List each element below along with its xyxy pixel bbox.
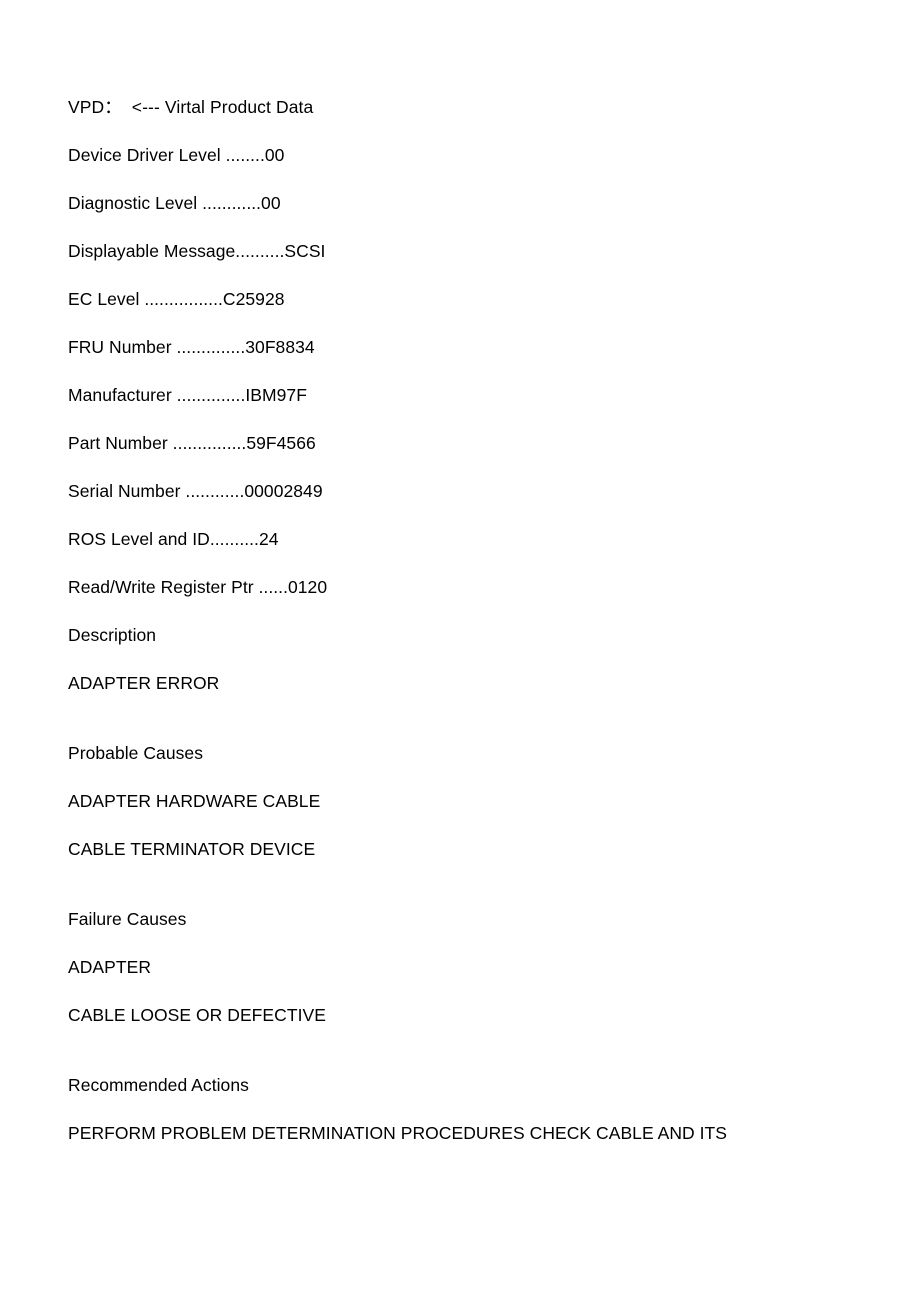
section-heading-description: Description [68,625,157,645]
vpd-field-displayable-message: Displayable Message..........SCSI [68,241,326,261]
vpd-report: VPD： <--- Virtal Product Data Device Dri… [68,83,868,1157]
vpd-field-read-write-register-ptr: Read/Write Register Ptr ......0120 [68,577,328,597]
document-page: VPD： <--- Virtal Product Data Device Dri… [0,0,920,1302]
failure-cause-item: ADAPTER [68,957,152,977]
section-heading-failure-causes: Failure Causes [68,909,187,929]
description-item: ADAPTER ERROR [68,673,220,693]
vpd-field-ec-level: EC Level ................C25928 [68,289,285,309]
vpd-field-fru-number: FRU Number ..............30F8834 [68,337,315,357]
probable-cause-item: ADAPTER HARDWARE CABLE [68,791,321,811]
vpd-field-part-number: Part Number ...............59F4566 [68,433,316,453]
vpd-field-serial-number: Serial Number ............00002849 [68,481,323,501]
vpd-field-manufacturer: Manufacturer ..............IBM97F [68,385,307,405]
vpd-field-ros-level-and-id: ROS Level and ID..........24 [68,529,279,549]
section-heading-recommended-actions: Recommended Actions [68,1075,249,1095]
probable-cause-item: CABLE TERMINATOR DEVICE [68,839,316,859]
vpd-field-device-driver-level: Device Driver Level ........00 [68,145,285,165]
vpd-title-line: VPD： <--- Virtal Product Data [68,97,314,117]
failure-cause-item: CABLE LOOSE OR DEFECTIVE [68,1005,326,1025]
recommended-action-item: PERFORM PROBLEM DETERMINATION PROCEDURES… [68,1123,728,1143]
section-heading-probable-causes: Probable Causes [68,743,203,763]
vpd-field-diagnostic-level: Diagnostic Level ............00 [68,193,281,213]
